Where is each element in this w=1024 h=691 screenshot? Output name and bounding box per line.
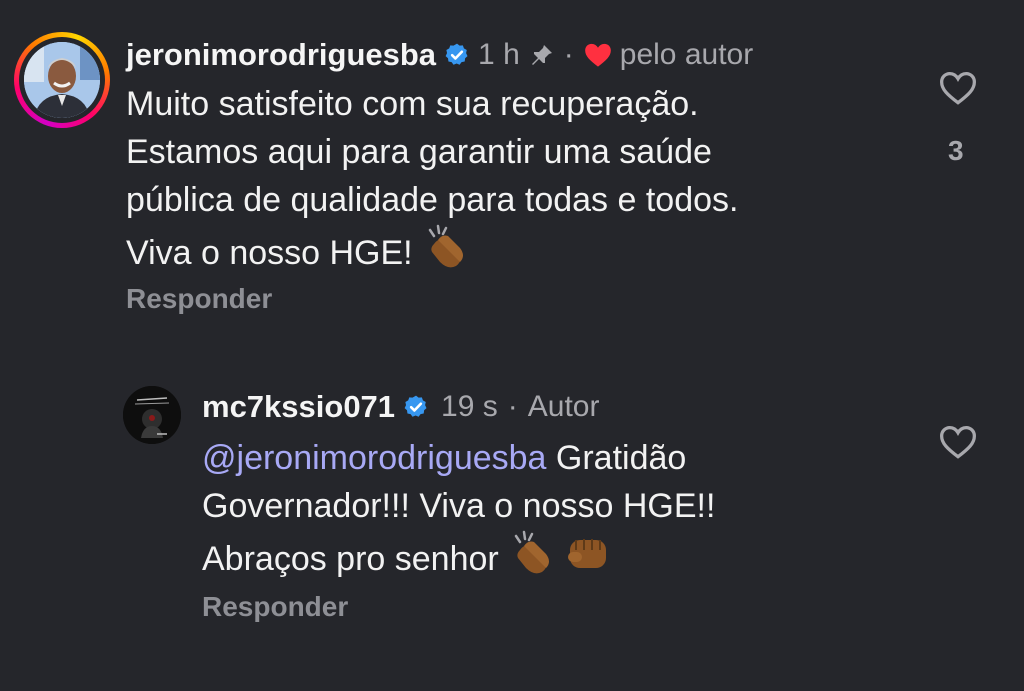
comment-line: Abraços pro senhor — [202, 540, 499, 578]
comment-header: jeronimorodriguesba 1 h · pelo autor — [126, 35, 753, 75]
username[interactable]: jeronimorodriguesba — [126, 37, 436, 73]
verified-badge-icon — [404, 395, 427, 417]
fist-icon — [567, 539, 606, 568]
comment-line: pública de qualidade para todas e todos. — [126, 181, 739, 219]
comment-text: Muito satisfeito com sua recuperação. Es… — [126, 80, 738, 277]
heart-icon — [584, 43, 611, 67]
username[interactable]: mc7kssio071 — [202, 389, 395, 425]
clapping-hands-icon — [428, 224, 464, 268]
comment-line-1: @jeronimorodriguesba Gratidão — [202, 434, 715, 482]
comment-line: Viva o nosso HGE! — [126, 234, 413, 272]
avatar[interactable] — [123, 386, 181, 444]
avatar[interactable] — [24, 42, 100, 118]
verified-badge-icon — [445, 43, 468, 65]
separator-dot: · — [563, 38, 574, 71]
comment-line-last: Viva o nosso HGE! — [126, 224, 738, 277]
comment-line: Gratidão — [546, 439, 687, 477]
heart-outline-icon[interactable] — [938, 70, 978, 106]
comment-line: Governador!!! Viva o nosso HGE!! — [202, 487, 716, 525]
heart-outline-icon[interactable] — [938, 424, 978, 460]
comment-line: Muito satisfeito com sua recuperação. — [126, 85, 699, 123]
comment-line-last: Abraços pro senhor — [202, 530, 715, 583]
comment-line: Estamos aqui para garantir uma saúde — [126, 133, 712, 171]
reply-button[interactable]: Responder — [202, 591, 348, 623]
mention-link[interactable]: @jeronimorodriguesba — [202, 439, 546, 477]
clapping-hands-icon — [514, 530, 550, 574]
pin-icon — [531, 45, 552, 65]
reply-button[interactable]: Responder — [126, 283, 272, 315]
like-count: 3 — [948, 135, 964, 166]
comment-text: @jeronimorodriguesba Gratidão Governador… — [202, 434, 715, 583]
comment-header: mc7kssio071 19 s · Autor — [202, 387, 599, 427]
timestamp: 1 h — [478, 38, 520, 71]
separator-dot: · — [507, 390, 518, 423]
timestamp: 19 s — [441, 390, 498, 423]
author-label: Autor — [527, 390, 600, 423]
liked-by-author-label: pelo autor — [619, 38, 754, 71]
